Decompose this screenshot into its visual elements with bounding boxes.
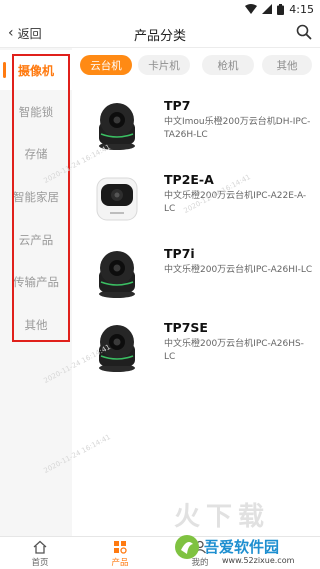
product-item[interactable]: TP2E-A 中文乐橙200万云台机IPC-A22E-A-LC [72,162,320,240]
tab-profile[interactable]: 我的 [180,540,220,568]
product-name: TP2E-A [164,172,214,187]
sidebar-item-other[interactable]: 其他 [0,305,72,345]
product-name: TP7i [164,246,195,261]
home-icon [33,540,47,554]
product-item[interactable]: TP7SE 中文乐橙200万云台机IPC-A26HS-LC [72,310,320,388]
product-desc: 中文Imou乐橙200万云台机DH-IPC-TA26H-LC [164,117,311,140]
camera-image [99,325,135,372]
chip-card[interactable]: 卡片机 [138,55,190,75]
tab-products[interactable]: 产品 [100,540,140,568]
sidebar-item-label: 传输产品 [13,275,59,289]
search-icon[interactable] [296,24,312,40]
tab-home[interactable]: 首页 [20,540,60,568]
product-item[interactable]: TP7 中文Imou乐橙200万云台机DH-IPC-TA26H-LC [72,88,320,166]
product-name: TP7 [164,98,191,113]
active-indicator [3,62,6,78]
chip-bullet[interactable]: 枪机 [202,55,254,75]
sidebar-item-label: 智能家居 [13,190,59,204]
products-icon [114,541,127,554]
chip-ptz[interactable]: 云台机 [80,55,132,75]
battery-icon [277,3,285,15]
sidebar-item-label: 其他 [24,318,48,332]
sidebar-item-cloud[interactable]: 云产品 [0,220,72,260]
tab-label: 我的 [191,558,209,568]
signal-icon [262,4,273,14]
camera-image [99,251,135,298]
camera-image [99,103,135,150]
page-title: 产品分类 [133,29,186,44]
product-desc: 中文乐橙200万云台机IPC-A26HS-LC [164,339,304,362]
sidebar-item-camera[interactable]: 摄像机 [0,50,72,90]
product-desc: 中文乐橙200万云台机IPC-A22E-A-LC [164,191,307,214]
subcategory-chips: 云台机 卡片机 枪机 其他 [72,48,320,82]
product-panel: 云台机 卡片机 枪机 其他 TP7 中文Imou乐橙200万云台机DH-IPC-… [72,48,320,536]
product-desc: 中文乐橙200万云台机IPC-A26HI-LC [164,265,313,275]
sidebar-item-smart-home[interactable]: 智能家居 [0,177,72,217]
sidebar-item-transmission[interactable]: 传输产品 [0,262,72,302]
camera-image [96,177,138,221]
sidebar-item-smart-lock[interactable]: 智能锁 [0,92,72,132]
sidebar-item-label: 云产品 [18,233,54,247]
product-item[interactable]: TP7i 中文乐橙200万云台机IPC-A26HI-LC [72,236,320,314]
profile-icon [194,540,206,554]
sidebar-item-label: 摄像机 [17,63,54,78]
category-sidebar: 摄像机 智能锁 存储 智能家居 云产品 传输产品 其他 [0,48,72,536]
bottom-tab-bar: 首页 产品 我的 [0,536,320,569]
sidebar-item-label: 存储 [24,147,48,161]
tab-label: 首页 [31,558,49,568]
tab-label: 产品 [111,558,129,568]
status-time: 4:15 [289,2,314,16]
chip-other[interactable]: 其他 [262,55,312,75]
status-bar: 4:15 [0,0,320,18]
app-bar: ‹ 返回 产品分类 [0,18,320,48]
sidebar-item-label: 智能锁 [18,105,54,119]
product-name: TP7SE [164,320,208,335]
wifi-icon [245,4,258,14]
sidebar-item-storage[interactable]: 存储 [0,134,72,174]
